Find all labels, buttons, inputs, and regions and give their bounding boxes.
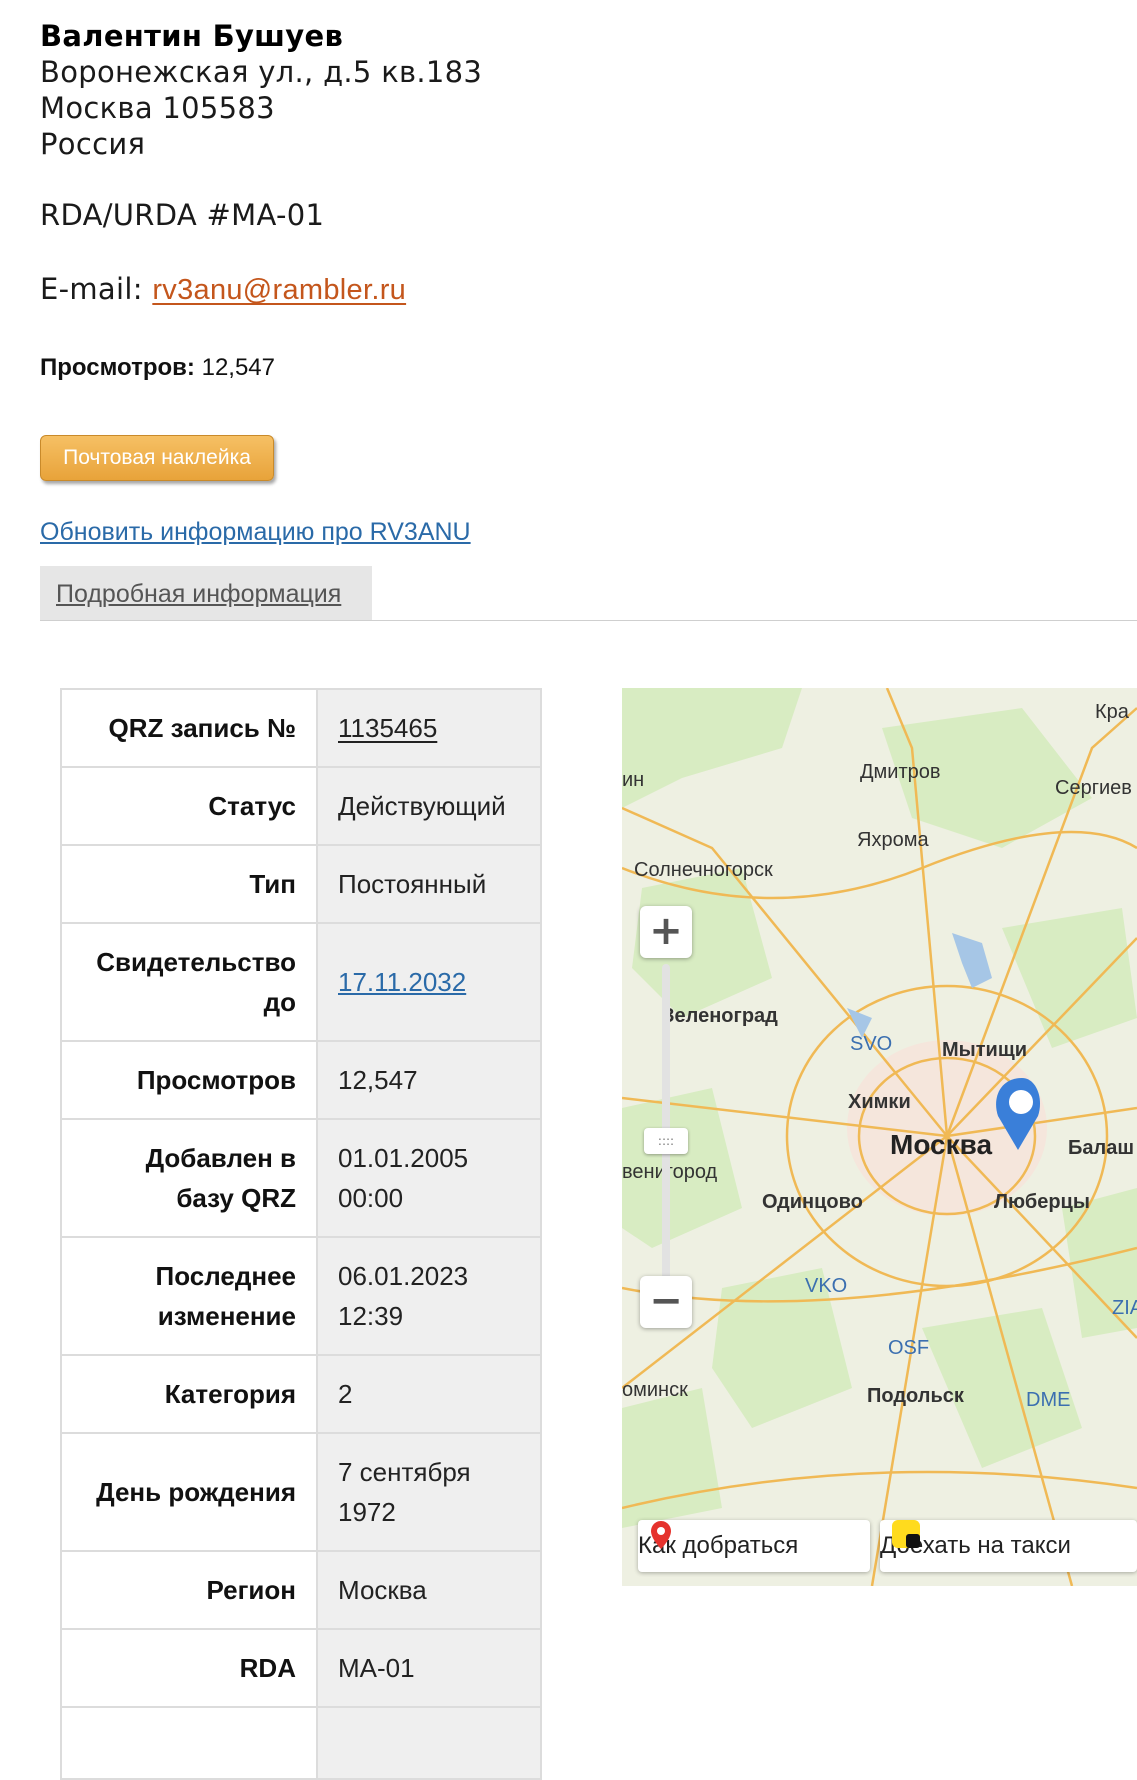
map-label: OSF bbox=[888, 1337, 929, 1359]
map-label: VKO bbox=[805, 1275, 847, 1297]
map-label: Люберцы bbox=[994, 1191, 1090, 1213]
row-key: QRZ запись № bbox=[60, 688, 318, 768]
row-key bbox=[60, 1706, 318, 1780]
row-value: Москва bbox=[316, 1550, 542, 1630]
table-row: Статус Действующий bbox=[60, 766, 542, 846]
row-value: 17.11.2032 bbox=[316, 922, 542, 1042]
map-label: Яхрома bbox=[857, 829, 929, 851]
row-value bbox=[316, 1706, 542, 1780]
map-label: оминск bbox=[622, 1379, 688, 1401]
row-key: Тип bbox=[60, 844, 318, 924]
map-widget[interactable]: Дмитров Яхрома Солнечногорск Зеленоград … bbox=[622, 688, 1137, 1586]
map-label: Одинцово bbox=[762, 1191, 863, 1213]
email-label: E-mail: bbox=[40, 272, 143, 306]
map-label: ZIA bbox=[1112, 1297, 1137, 1319]
owner-name: Валентин Бушуев bbox=[40, 19, 344, 53]
row-key: Последнее изменение bbox=[60, 1236, 318, 1356]
table-row: Последнее изменение 06.01.2023 12:39 bbox=[60, 1236, 542, 1356]
map-label: Солнечногорск bbox=[634, 859, 773, 881]
table-row: Регион Москва bbox=[60, 1550, 542, 1630]
table-row: Добавлен в базу QRZ 01.01.2005 00:00 bbox=[60, 1118, 542, 1238]
map-label: Подольск bbox=[867, 1385, 965, 1407]
row-value: Действующий bbox=[316, 766, 542, 846]
map-label: Дмитров bbox=[860, 761, 941, 783]
table-row: Свидетельство до 17.11.2032 bbox=[60, 922, 542, 1042]
map-label: Сергиев bbox=[1055, 777, 1132, 799]
update-info-link[interactable]: Обновить информацию про RV3ANU bbox=[40, 518, 471, 547]
tab-detailed-info[interactable]: Подробная информация bbox=[40, 566, 372, 620]
row-key: Категория bbox=[60, 1354, 318, 1434]
address-block: Валентин Бушуев Воронежская ул., д.5 кв.… bbox=[40, 18, 482, 162]
email-link[interactable]: rv3anu@rambler.ru bbox=[152, 274, 406, 306]
row-value: 06.01.2023 12:39 bbox=[316, 1236, 542, 1356]
table-row: QRZ запись № 1135465 bbox=[60, 688, 542, 768]
taxi-icon bbox=[892, 1520, 920, 1548]
map-canvas[interactable]: Дмитров Яхрома Солнечногорск Зеленоград … bbox=[622, 688, 1137, 1586]
zoom-out-button[interactable]: − bbox=[640, 1276, 692, 1328]
row-value: 2 bbox=[316, 1354, 542, 1434]
row-value: 1135465 bbox=[316, 688, 542, 768]
address-street: Воронежская ул., д.5 кв.183 bbox=[40, 55, 483, 89]
row-value: 12,547 bbox=[316, 1040, 542, 1120]
map-label: ин bbox=[622, 769, 644, 791]
map-label: Мытищи bbox=[942, 1039, 1027, 1061]
address-city: Москва 105583 bbox=[40, 91, 275, 125]
qrz-record-link[interactable]: 1135465 bbox=[338, 713, 437, 743]
route-button[interactable]: Как добраться bbox=[638, 1520, 870, 1572]
table-row: Категория 2 bbox=[60, 1354, 542, 1434]
rda-line: RDA/URDA #MA-01 bbox=[40, 198, 325, 232]
row-key: Статус bbox=[60, 766, 318, 846]
row-key: Свидетельство до bbox=[60, 922, 318, 1042]
views-line: Просмотров: 12,547 bbox=[40, 354, 275, 382]
row-key: День рождения bbox=[60, 1432, 318, 1552]
table-row: Просмотров 12,547 bbox=[60, 1040, 542, 1120]
email-line: E-mail: rv3anu@rambler.ru bbox=[40, 272, 406, 307]
row-value: 7 сентября 1972 bbox=[316, 1432, 542, 1552]
map-label: SVO bbox=[850, 1033, 892, 1055]
license-date-link[interactable]: 17.11.2032 bbox=[338, 967, 466, 997]
row-key: RDA bbox=[60, 1628, 318, 1708]
tab-divider bbox=[40, 620, 1137, 621]
views-value: 12,547 bbox=[201, 354, 275, 381]
zoom-slider-thumb[interactable]: :::: bbox=[644, 1128, 688, 1154]
table-row: Тип Постоянный bbox=[60, 844, 542, 924]
row-key: Просмотров bbox=[60, 1040, 318, 1120]
tab-detailed-info-label: Подробная информация bbox=[56, 580, 342, 608]
table-row bbox=[60, 1706, 542, 1780]
mail-label-button[interactable]: Почтовая наклейка bbox=[40, 435, 274, 481]
table-row: День рождения 7 сентября 1972 bbox=[60, 1432, 542, 1552]
row-key: Регион bbox=[60, 1550, 318, 1630]
views-label: Просмотров: bbox=[40, 354, 195, 381]
map-label: Москва bbox=[890, 1129, 992, 1160]
route-pin-icon bbox=[651, 1521, 671, 1549]
taxi-button[interactable]: Доехать на такси bbox=[880, 1520, 1137, 1572]
row-key: Добавлен в базу QRZ bbox=[60, 1118, 318, 1238]
map-label: Кра bbox=[1095, 701, 1130, 723]
zoom-in-button[interactable]: + bbox=[640, 906, 692, 958]
map-label: DME bbox=[1026, 1389, 1070, 1411]
row-value: 01.01.2005 00:00 bbox=[316, 1118, 542, 1238]
map-label: Балаш bbox=[1068, 1137, 1134, 1159]
row-value: MA-01 bbox=[316, 1628, 542, 1708]
table-row: RDA MA-01 bbox=[60, 1628, 542, 1708]
map-label: Химки bbox=[848, 1091, 911, 1113]
address-country: Россия bbox=[40, 127, 146, 161]
row-value: Постоянный bbox=[316, 844, 542, 924]
info-table: QRZ запись № 1135465 Статус Действующий … bbox=[60, 688, 542, 1780]
map-label: Зеленоград bbox=[662, 1005, 778, 1027]
